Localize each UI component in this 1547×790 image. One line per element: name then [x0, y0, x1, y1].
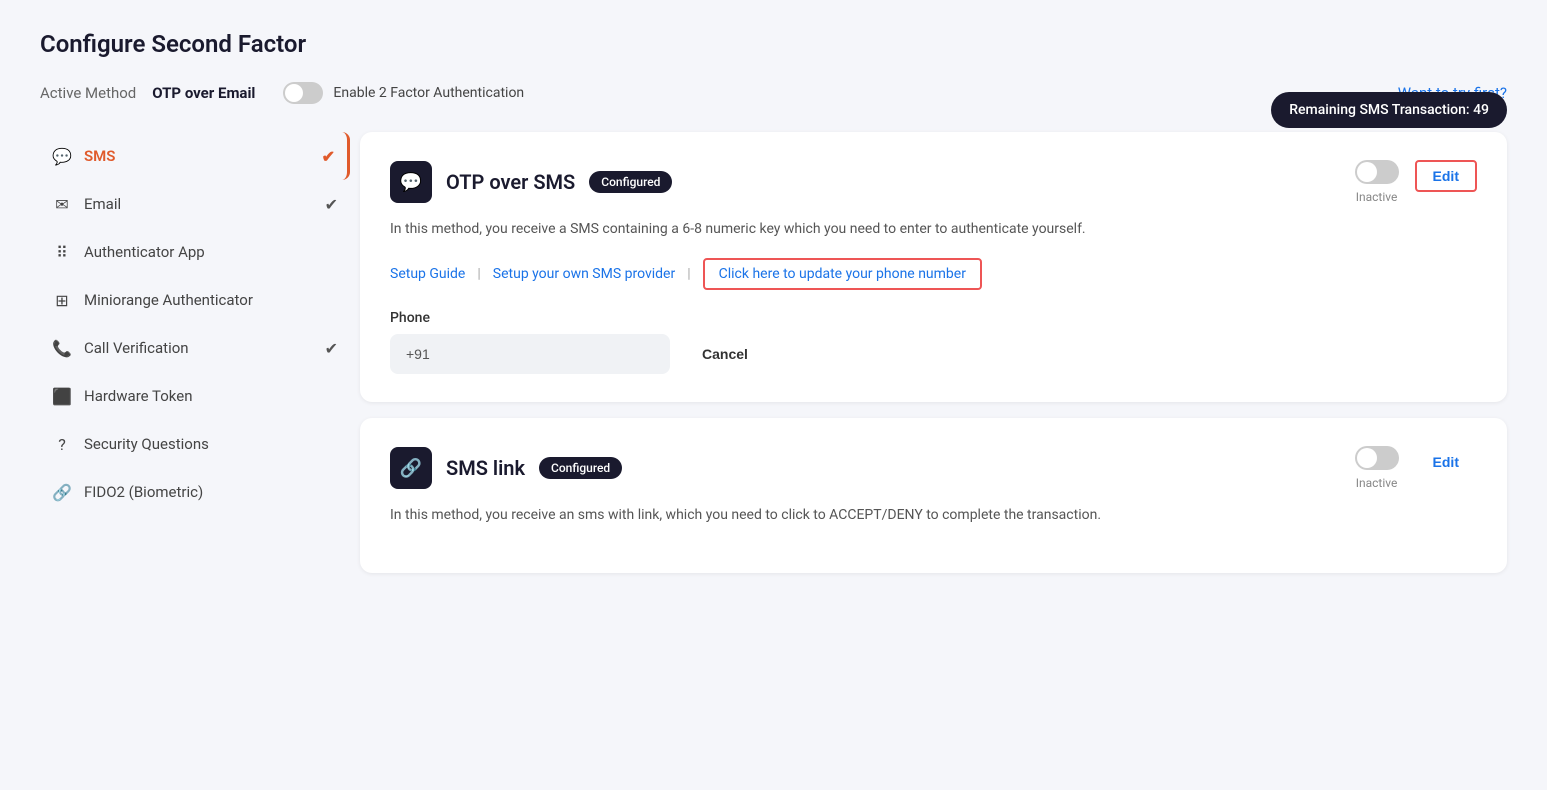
- enable-2fa-toggle[interactable]: [283, 82, 323, 104]
- email-icon: ✉: [52, 194, 72, 214]
- main-content: 💬 SMS ✔ ✉ Email ✔ ⠿ Authenticator App ⊞ …: [40, 132, 1507, 589]
- otp-sms-edit-button[interactable]: Edit: [1415, 160, 1477, 192]
- setup-guide-link[interactable]: Setup Guide: [390, 266, 465, 282]
- sidebar-label-fido2: FIDO2 (Biometric): [84, 483, 203, 501]
- otp-sms-toggle-group: Inactive: [1355, 160, 1399, 204]
- email-check-icon: ✔: [325, 195, 338, 214]
- fido2-icon: 🔗: [52, 482, 72, 502]
- sidebar-label-security-questions: Security Questions: [84, 435, 209, 453]
- sidebar-label-miniorange: Miniorange Authenticator: [84, 291, 253, 309]
- otp-sms-inactive-label: Inactive: [1356, 190, 1398, 204]
- sidebar-label-sms: SMS: [84, 147, 115, 165]
- enable-2fa-toggle-container: Enable 2 Factor Authentication: [283, 82, 524, 104]
- otp-sms-badge: Configured: [589, 171, 672, 193]
- sms-link-icon: 🔗: [390, 447, 432, 489]
- sidebar-item-sms[interactable]: 💬 SMS ✔: [40, 132, 350, 180]
- phone-section: Phone Cancel: [390, 310, 1477, 374]
- sidebar-item-miniorange-authenticator[interactable]: ⊞ Miniorange Authenticator: [40, 276, 350, 324]
- sidebar: 💬 SMS ✔ ✉ Email ✔ ⠿ Authenticator App ⊞ …: [40, 132, 360, 589]
- active-method-label: Active Method: [40, 84, 136, 102]
- sms-link-edit-button[interactable]: Edit: [1415, 446, 1477, 478]
- content-area: Remaining SMS Transaction: 49 💬 OTP over…: [360, 132, 1507, 589]
- phone-row: Cancel: [390, 334, 1477, 374]
- hardware-token-icon: ⬛: [52, 386, 72, 406]
- separator-2: |: [687, 266, 690, 282]
- authenticator-app-icon: ⠿: [52, 242, 72, 262]
- sidebar-label-email: Email: [84, 195, 121, 213]
- sms-link-card: 🔗 SMS link Configured Inactive Edit In t…: [360, 418, 1507, 572]
- sms-icon: 💬: [52, 146, 72, 166]
- sms-link-badge: Configured: [539, 457, 622, 479]
- call-icon: 📞: [52, 338, 72, 358]
- sidebar-item-security-questions[interactable]: ? Security Questions: [40, 420, 350, 468]
- sms-link-toggle[interactable]: [1355, 446, 1399, 470]
- page-title: Configure Second Factor: [40, 30, 1507, 58]
- sidebar-label-hardware-token: Hardware Token: [84, 387, 193, 405]
- sidebar-label-authenticator-app: Authenticator App: [84, 243, 205, 261]
- sidebar-item-hardware-token[interactable]: ⬛ Hardware Token: [40, 372, 350, 420]
- sms-link-inactive-label: Inactive: [1356, 476, 1398, 490]
- sms-link-title: SMS link: [446, 456, 525, 480]
- otp-sms-title: OTP over SMS: [446, 170, 575, 194]
- sms-link-controls: Inactive Edit: [1355, 446, 1477, 490]
- sms-check-icon: ✔: [322, 147, 335, 166]
- sidebar-item-authenticator-app[interactable]: ⠿ Authenticator App: [40, 228, 350, 276]
- otp-sms-header: 💬 OTP over SMS Configured Inactive Edit: [390, 160, 1477, 204]
- sidebar-item-email[interactable]: ✉ Email ✔: [40, 180, 350, 228]
- miniorange-icon: ⊞: [52, 290, 72, 310]
- otp-sms-icon: 💬: [390, 161, 432, 203]
- otp-sms-description: In this method, you receive a SMS contai…: [390, 218, 1210, 240]
- cancel-button[interactable]: Cancel: [686, 338, 764, 370]
- sidebar-label-call: Call Verification: [84, 339, 189, 357]
- enable-2fa-label: Enable 2 Factor Authentication: [333, 85, 524, 101]
- sidebar-item-call-verification[interactable]: 📞 Call Verification ✔: [40, 324, 350, 372]
- sms-link-description: In this method, you receive an sms with …: [390, 504, 1210, 526]
- sidebar-item-fido2[interactable]: 🔗 FIDO2 (Biometric): [40, 468, 350, 516]
- otp-sms-card: 💬 OTP over SMS Configured Inactive Edit …: [360, 132, 1507, 402]
- sms-transaction-badge: Remaining SMS Transaction: 49: [1271, 92, 1507, 128]
- active-method-value: OTP over Email: [152, 84, 255, 102]
- otp-sms-links: Setup Guide | Setup your own SMS provide…: [390, 258, 1477, 290]
- phone-label: Phone: [390, 310, 1477, 326]
- sms-link-toggle-group: Inactive: [1355, 446, 1399, 490]
- separator-1: |: [477, 266, 480, 282]
- update-phone-link[interactable]: Click here to update your phone number: [703, 258, 982, 290]
- otp-sms-controls: Inactive Edit: [1355, 160, 1477, 204]
- phone-input[interactable]: [390, 334, 670, 374]
- security-questions-icon: ?: [52, 434, 72, 454]
- setup-own-provider-link[interactable]: Setup your own SMS provider: [493, 266, 675, 282]
- call-check-icon: ✔: [325, 339, 338, 358]
- sms-link-header: 🔗 SMS link Configured Inactive Edit: [390, 446, 1477, 490]
- otp-sms-toggle[interactable]: [1355, 160, 1399, 184]
